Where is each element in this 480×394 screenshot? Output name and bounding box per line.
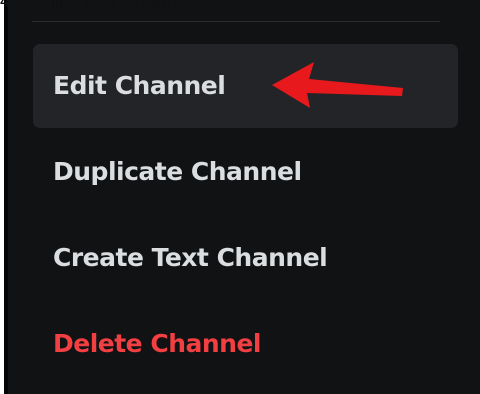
step-caption: 4.2. Click Edit Channel xyxy=(0,0,193,12)
screenshot: 4.2. Click Edit Channel Edit Channel Dup… xyxy=(0,0,480,394)
menu-item-label: Delete Channel xyxy=(53,329,261,358)
menu-divider xyxy=(32,21,440,22)
menu-item-create-text-channel[interactable]: Create Text Channel xyxy=(33,216,458,300)
menu-item-label: Edit Channel xyxy=(53,71,226,100)
menu-item-delete-channel[interactable]: Delete Channel xyxy=(33,302,458,386)
red-arrow-icon xyxy=(272,62,403,108)
menu-item-duplicate-channel[interactable]: Duplicate Channel xyxy=(33,130,458,214)
menu-item-label: Create Text Channel xyxy=(53,243,328,272)
menu-left-border xyxy=(4,0,8,394)
menu-item-label: Duplicate Channel xyxy=(53,157,302,186)
